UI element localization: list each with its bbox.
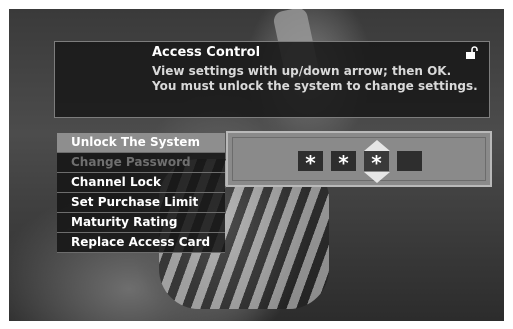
pin-entry-frame bbox=[232, 137, 486, 181]
access-control-header: Access Control View settings with up/dow… bbox=[54, 41, 490, 118]
arrow-down-icon[interactable] bbox=[364, 172, 390, 183]
menu-item-replace-access-card[interactable]: Replace Access Card bbox=[57, 233, 225, 253]
menu-item-unlock-the-system[interactable]: Unlock The System bbox=[57, 133, 225, 153]
pin-digit-2[interactable]: * bbox=[331, 151, 356, 175]
unlocked-padlock-icon bbox=[466, 46, 478, 59]
pin-digit-1[interactable]: * bbox=[298, 151, 323, 175]
pin-digit-4[interactable] bbox=[397, 151, 422, 171]
access-control-menu: Unlock The System Change Password Channe… bbox=[57, 133, 225, 253]
arrow-up-icon[interactable] bbox=[364, 140, 390, 151]
pin-entry-panel: * * * bbox=[226, 131, 492, 187]
pin-digit-3[interactable]: * bbox=[364, 151, 389, 175]
menu-item-maturity-rating[interactable]: Maturity Rating bbox=[57, 213, 225, 233]
menu-item-set-purchase-limit[interactable]: Set Purchase Limit bbox=[57, 193, 225, 213]
menu-item-change-password[interactable]: Change Password bbox=[57, 153, 225, 173]
page-title: Access Control bbox=[152, 45, 261, 60]
instruction-line-2: You must unlock the system to change set… bbox=[152, 79, 478, 93]
menu-item-channel-lock[interactable]: Channel Lock bbox=[57, 173, 225, 193]
instruction-line-1: View settings with up/down arrow; then O… bbox=[152, 64, 452, 78]
